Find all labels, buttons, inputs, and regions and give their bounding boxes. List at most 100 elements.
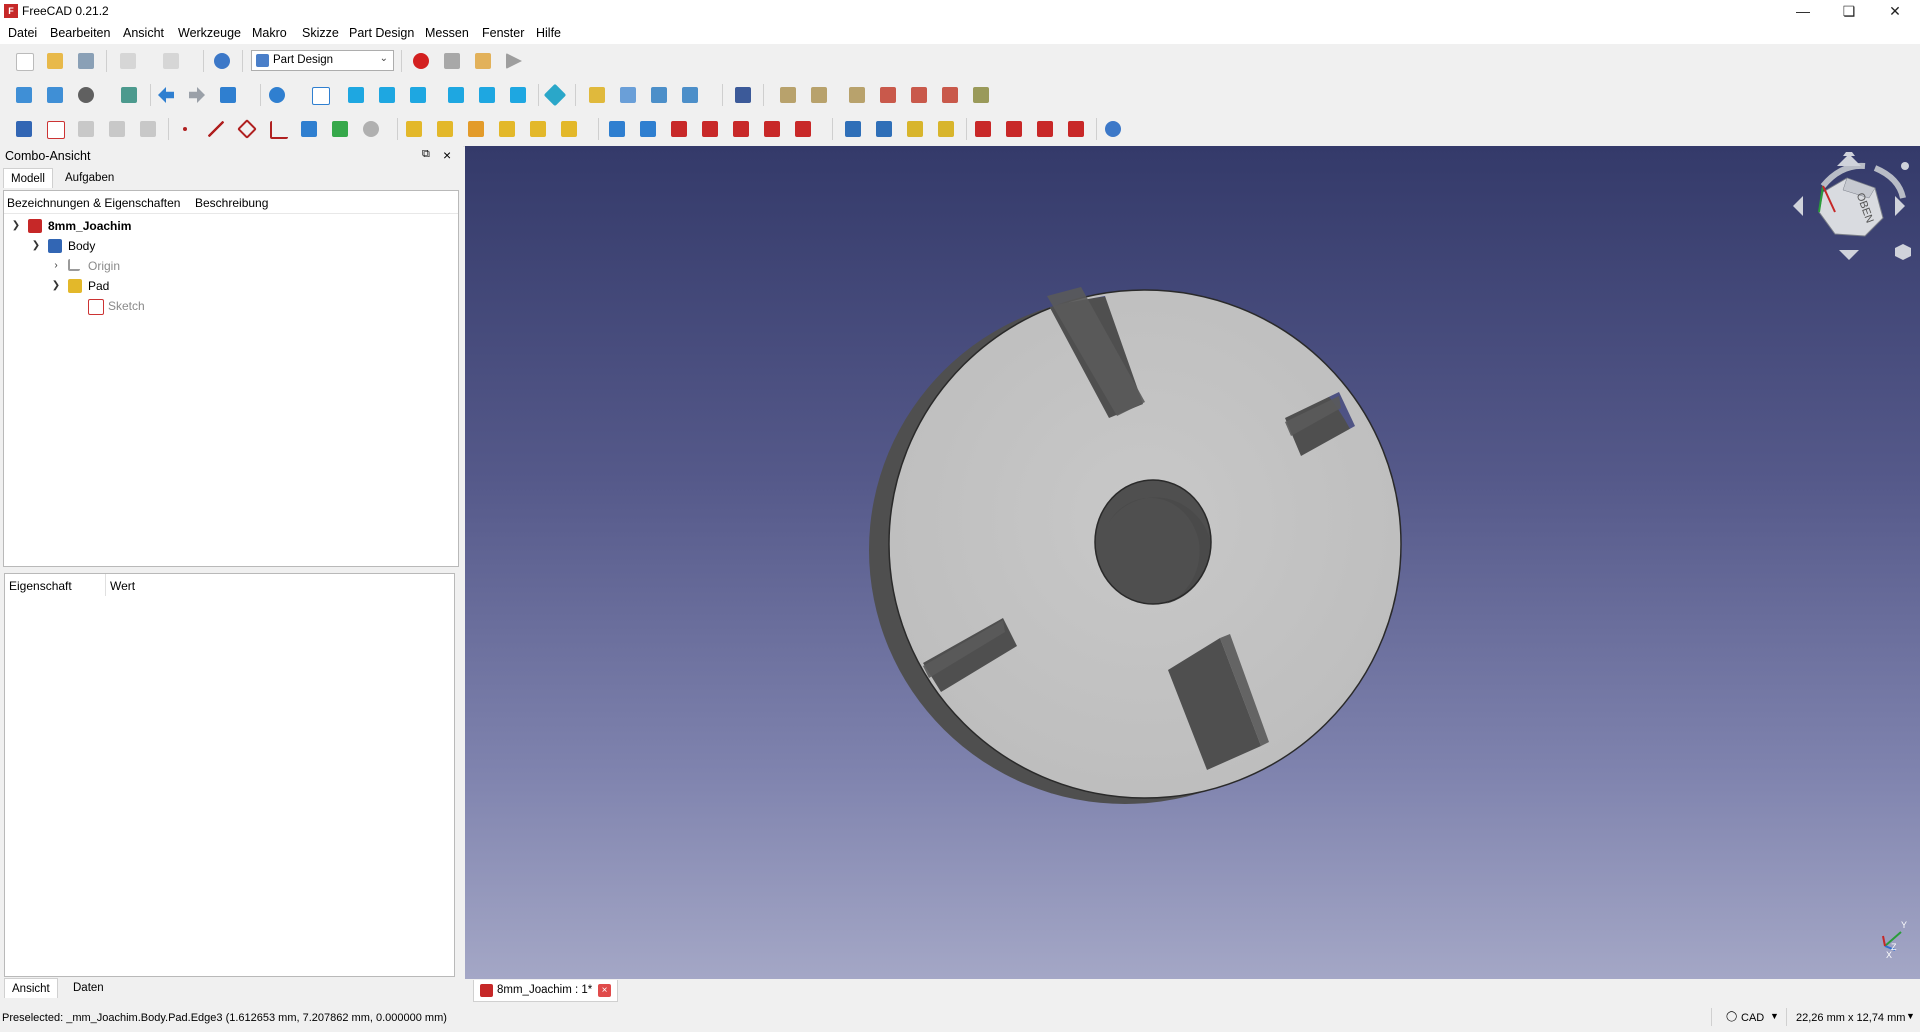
datum-point-button[interactable] [174, 118, 196, 140]
link-actions-button[interactable] [679, 84, 701, 106]
additive-pipe-button[interactable] [496, 118, 518, 140]
view-tool-3-button[interactable] [846, 84, 868, 106]
view-tool-5-button[interactable] [908, 84, 930, 106]
thickness-button[interactable] [1065, 118, 1087, 140]
macro-execute-button[interactable] [503, 50, 525, 72]
draft-button[interactable] [1034, 118, 1056, 140]
expand-arrow-icon[interactable]: ❯ [50, 277, 62, 295]
expand-arrow-icon[interactable]: ❯ [10, 217, 22, 235]
refresh-button[interactable] [211, 50, 233, 72]
link-navigation-button[interactable] [217, 84, 239, 106]
menu-datei[interactable]: Datei [8, 26, 37, 40]
validate-sketch-button[interactable] [75, 118, 97, 140]
make-link-button[interactable] [648, 84, 670, 106]
subtractive-primitive-button[interactable] [792, 118, 814, 140]
isometric-view-button[interactable] [309, 84, 331, 106]
tab-daten[interactable]: Daten [66, 978, 111, 998]
boolean-button[interactable] [1102, 118, 1124, 140]
tab-modell[interactable]: Modell [3, 168, 53, 188]
3d-scene[interactable] [465, 146, 1920, 979]
create-clone-button[interactable] [360, 118, 382, 140]
maximize-button[interactable]: ❏ [1826, 0, 1872, 22]
expand-arrow-icon[interactable]: ❯ [30, 237, 42, 255]
document-tab[interactable]: 8mm_Joachim : 1* × [473, 980, 618, 1002]
create-sketch-button[interactable] [44, 118, 66, 140]
hole-button[interactable] [637, 118, 659, 140]
front-view-button[interactable] [345, 84, 367, 106]
pad-button[interactable] [403, 118, 425, 140]
right-view-button[interactable] [407, 84, 429, 106]
tree-column-labels[interactable]: Bezeichnungen & Eigenschaften [7, 196, 180, 210]
macro-record-button[interactable] [410, 50, 432, 72]
pocket-button[interactable] [606, 118, 628, 140]
bounding-box-button[interactable] [118, 84, 140, 106]
fillet-button[interactable] [972, 118, 994, 140]
subtractive-loft-button[interactable] [699, 118, 721, 140]
forward-button[interactable] [186, 84, 208, 106]
polar-pattern-button[interactable] [904, 118, 926, 140]
close-window-button[interactable]: ✕ [1872, 0, 1918, 22]
chevron-down-icon[interactable]: ▼ [1770, 1011, 1779, 1021]
back-button[interactable] [155, 84, 177, 106]
shape-binder-green-button[interactable] [329, 118, 351, 140]
menu-part-design[interactable]: Part Design [349, 26, 414, 40]
undo-button[interactable] [117, 50, 139, 72]
top-view-button[interactable] [376, 84, 398, 106]
view-tool-2-button[interactable] [808, 84, 830, 106]
menu-messen[interactable]: Messen [425, 26, 469, 40]
shape-binder-button[interactable] [106, 118, 128, 140]
redo-button[interactable] [160, 50, 182, 72]
fit-all-button[interactable] [13, 84, 35, 106]
dimensions-dropdown-icon[interactable]: ▼ [1906, 1011, 1915, 1021]
mirrored-button[interactable] [842, 118, 864, 140]
draw-style-button[interactable] [75, 84, 97, 106]
sub-shape-binder-button[interactable] [298, 118, 320, 140]
subtractive-pipe-button[interactable] [730, 118, 752, 140]
view-tool-7-button[interactable] [970, 84, 992, 106]
bottom-view-button[interactable] [476, 84, 498, 106]
linear-pattern-button[interactable] [873, 118, 895, 140]
measure-distance-button[interactable] [543, 83, 567, 107]
menu-ansicht[interactable]: Ansicht [123, 26, 164, 40]
view-tool-1-button[interactable] [777, 84, 799, 106]
menu-makro[interactable]: Makro [252, 26, 287, 40]
create-group-button[interactable] [617, 84, 639, 106]
menu-hilfe[interactable]: Hilfe [536, 26, 561, 40]
3d-viewport[interactable]: OBEN Y Z X [465, 146, 1920, 979]
menu-werkzeuge[interactable]: Werkzeuge [178, 26, 241, 40]
close-tab-icon[interactable]: × [598, 984, 611, 997]
new-document-button[interactable] [13, 50, 35, 72]
menu-skizze[interactable]: Skizze [302, 26, 339, 40]
tree-column-description[interactable]: Beschreibung [195, 196, 268, 210]
local-coordinate-system-button[interactable] [267, 118, 289, 140]
fit-selection-button[interactable] [44, 84, 66, 106]
multi-transform-button[interactable] [935, 118, 957, 140]
menu-bearbeiten[interactable]: Bearbeiten [50, 26, 110, 40]
create-part-button[interactable] [586, 84, 608, 106]
subtractive-helix-button[interactable] [761, 118, 783, 140]
additive-helix-button[interactable] [527, 118, 549, 140]
rear-view-button[interactable] [445, 84, 467, 106]
create-body-button[interactable] [13, 118, 35, 140]
standard-views-button[interactable] [266, 84, 288, 106]
tab-aufgaben[interactable]: Aufgaben [58, 168, 121, 188]
groove-button[interactable] [668, 118, 690, 140]
view-tool-4-button[interactable] [877, 84, 899, 106]
left-view-button[interactable] [507, 84, 529, 106]
workbench-selector[interactable]: Part Design ⌄ [251, 50, 394, 71]
tab-ansicht[interactable]: Ansicht [4, 978, 58, 998]
datum-line-button[interactable] [205, 118, 227, 140]
save-document-button[interactable] [75, 50, 97, 72]
float-panel-icon[interactable]: ⧉ [422, 148, 430, 161]
property-column-header[interactable]: Eigenschaft [9, 579, 72, 593]
menu-fenster[interactable]: Fenster [482, 26, 524, 40]
macro-stop-button[interactable] [441, 50, 463, 72]
collapse-arrow-icon[interactable]: › [50, 257, 62, 275]
macro-edit-button[interactable] [472, 50, 494, 72]
open-document-button[interactable] [44, 50, 66, 72]
close-panel-icon[interactable]: × [443, 147, 451, 163]
view-tool-6-button[interactable] [939, 84, 961, 106]
disc-top-face[interactable] [888, 289, 1402, 799]
revolution-button[interactable] [434, 118, 456, 140]
additive-loft-button[interactable] [465, 118, 487, 140]
